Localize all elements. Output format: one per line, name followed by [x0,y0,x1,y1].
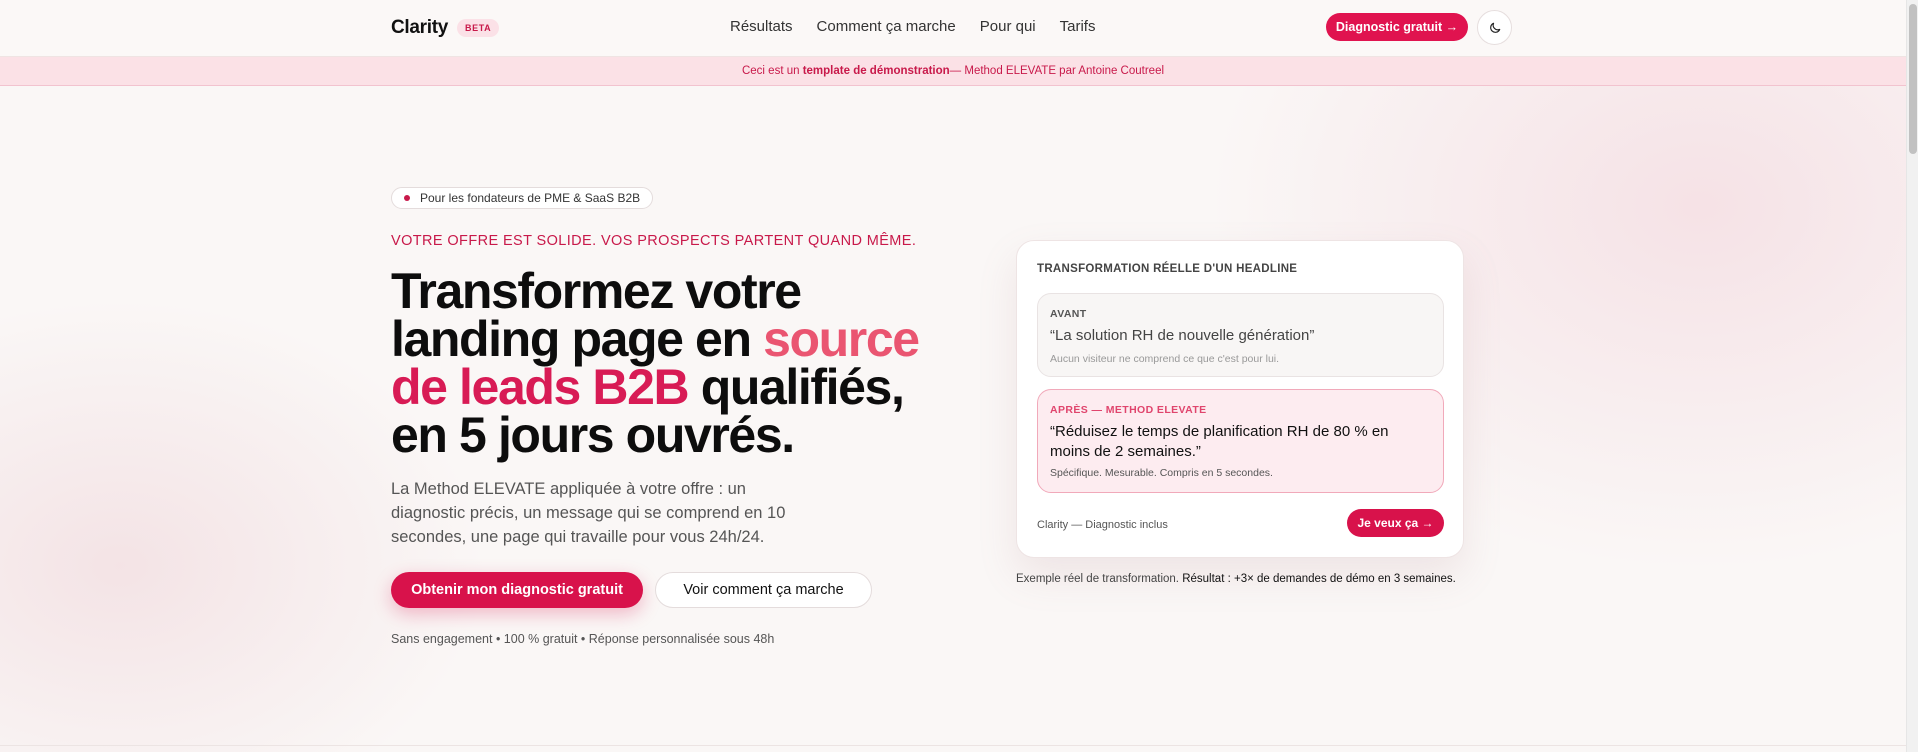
banner-prefix: Ceci est un [741,65,800,77]
pill-dot-icon [404,195,410,201]
after-note: Spécifique. Mesurable. Compris en 5 seco… [1050,467,1273,479]
nav-link-pour-qui[interactable]: Pour qui [980,18,1036,35]
card-caption: Exemple réel de transformation. Résultat… [1016,573,1456,585]
transformation-card: TRANSFORMATION RÉELLE D'UN HEADLINE AVAN… [1016,240,1464,558]
moon-icon [1489,22,1500,33]
caption-prefix: Exemple réel de transformation. [1016,573,1183,585]
banner-bold: template de démonstration [802,65,950,77]
nav-link-tarifs[interactable]: Tarifs [1060,18,1096,35]
brand-logo[interactable]: Clarity [391,17,448,39]
hero-subtitle: La Method ELEVATE appliquée à votre offr… [391,480,786,546]
banner-suffix: — Method ELEVATE par Antoine Coutreel [949,65,1165,77]
nav-link-comment-ca-marche[interactable]: Comment ça marche [817,18,956,35]
reassurance-text: Sans engagement • 100 % gratuit • Répons… [391,632,775,646]
pill-label: Pour les fondateurs de PME & SaaS B2B [420,191,641,205]
header-diagnostic-button[interactable]: Diagnostic gratuit → [1326,13,1468,41]
card-cta-button[interactable]: Je veux ça → [1347,509,1444,537]
audience-pill: Pour les fondateurs de PME & SaaS B2B [391,187,654,209]
theme-toggle-button[interactable] [1477,10,1512,45]
after-box: APRÈS — METHOD ELEVATE “Réduisez le temp… [1037,389,1444,493]
get-diagnostic-button[interactable]: Obtenir mon diagnostic gratuit [391,572,643,608]
card-footer-text: Clarity — Diagnostic inclus [1037,519,1168,531]
nav-link-resultats[interactable]: Résultats [730,18,793,35]
after-label: APRÈS — METHOD ELEVATE [1050,404,1207,416]
card-title: TRANSFORMATION RÉELLE D'UN HEADLINE [1037,263,1298,275]
main-nav: Résultats Comment ça marche Pour qui Tar… [730,18,1095,35]
after-quote: “Réduisez le temps de planification RH d… [1050,423,1389,460]
page-background [0,86,1906,752]
scrollbar-thumb[interactable] [1909,4,1917,154]
top-navbar: Clarity BETA Résultats Comment ça marche… [0,0,1906,57]
before-quote: “La solution RH de nouvelle génération” [1050,327,1315,344]
headline-part1: Transformez votre landing page en [391,263,802,367]
demo-banner: Ceci est un template de démonstration — … [0,57,1906,86]
section-divider [0,745,1906,746]
page-scrollbar[interactable] [1906,0,1918,752]
hero-headline: Transformez votre landing page en source… [391,266,951,460]
brand[interactable]: Clarity BETA [391,17,500,39]
hero-eyebrow: VOTRE OFFRE EST SOLIDE. VOS PROSPECTS PA… [391,233,917,249]
caption-result: Résultat : +3× de demandes de démo en 3 … [1182,573,1456,585]
how-it-works-button[interactable]: Voir comment ça marche [655,572,872,608]
before-box: AVANT “La solution RH de nouvelle généra… [1037,293,1444,377]
before-note: Aucun visiteur ne comprend ce que c'est … [1050,353,1280,365]
before-label: AVANT [1050,308,1087,320]
beta-badge: BETA [457,19,500,37]
